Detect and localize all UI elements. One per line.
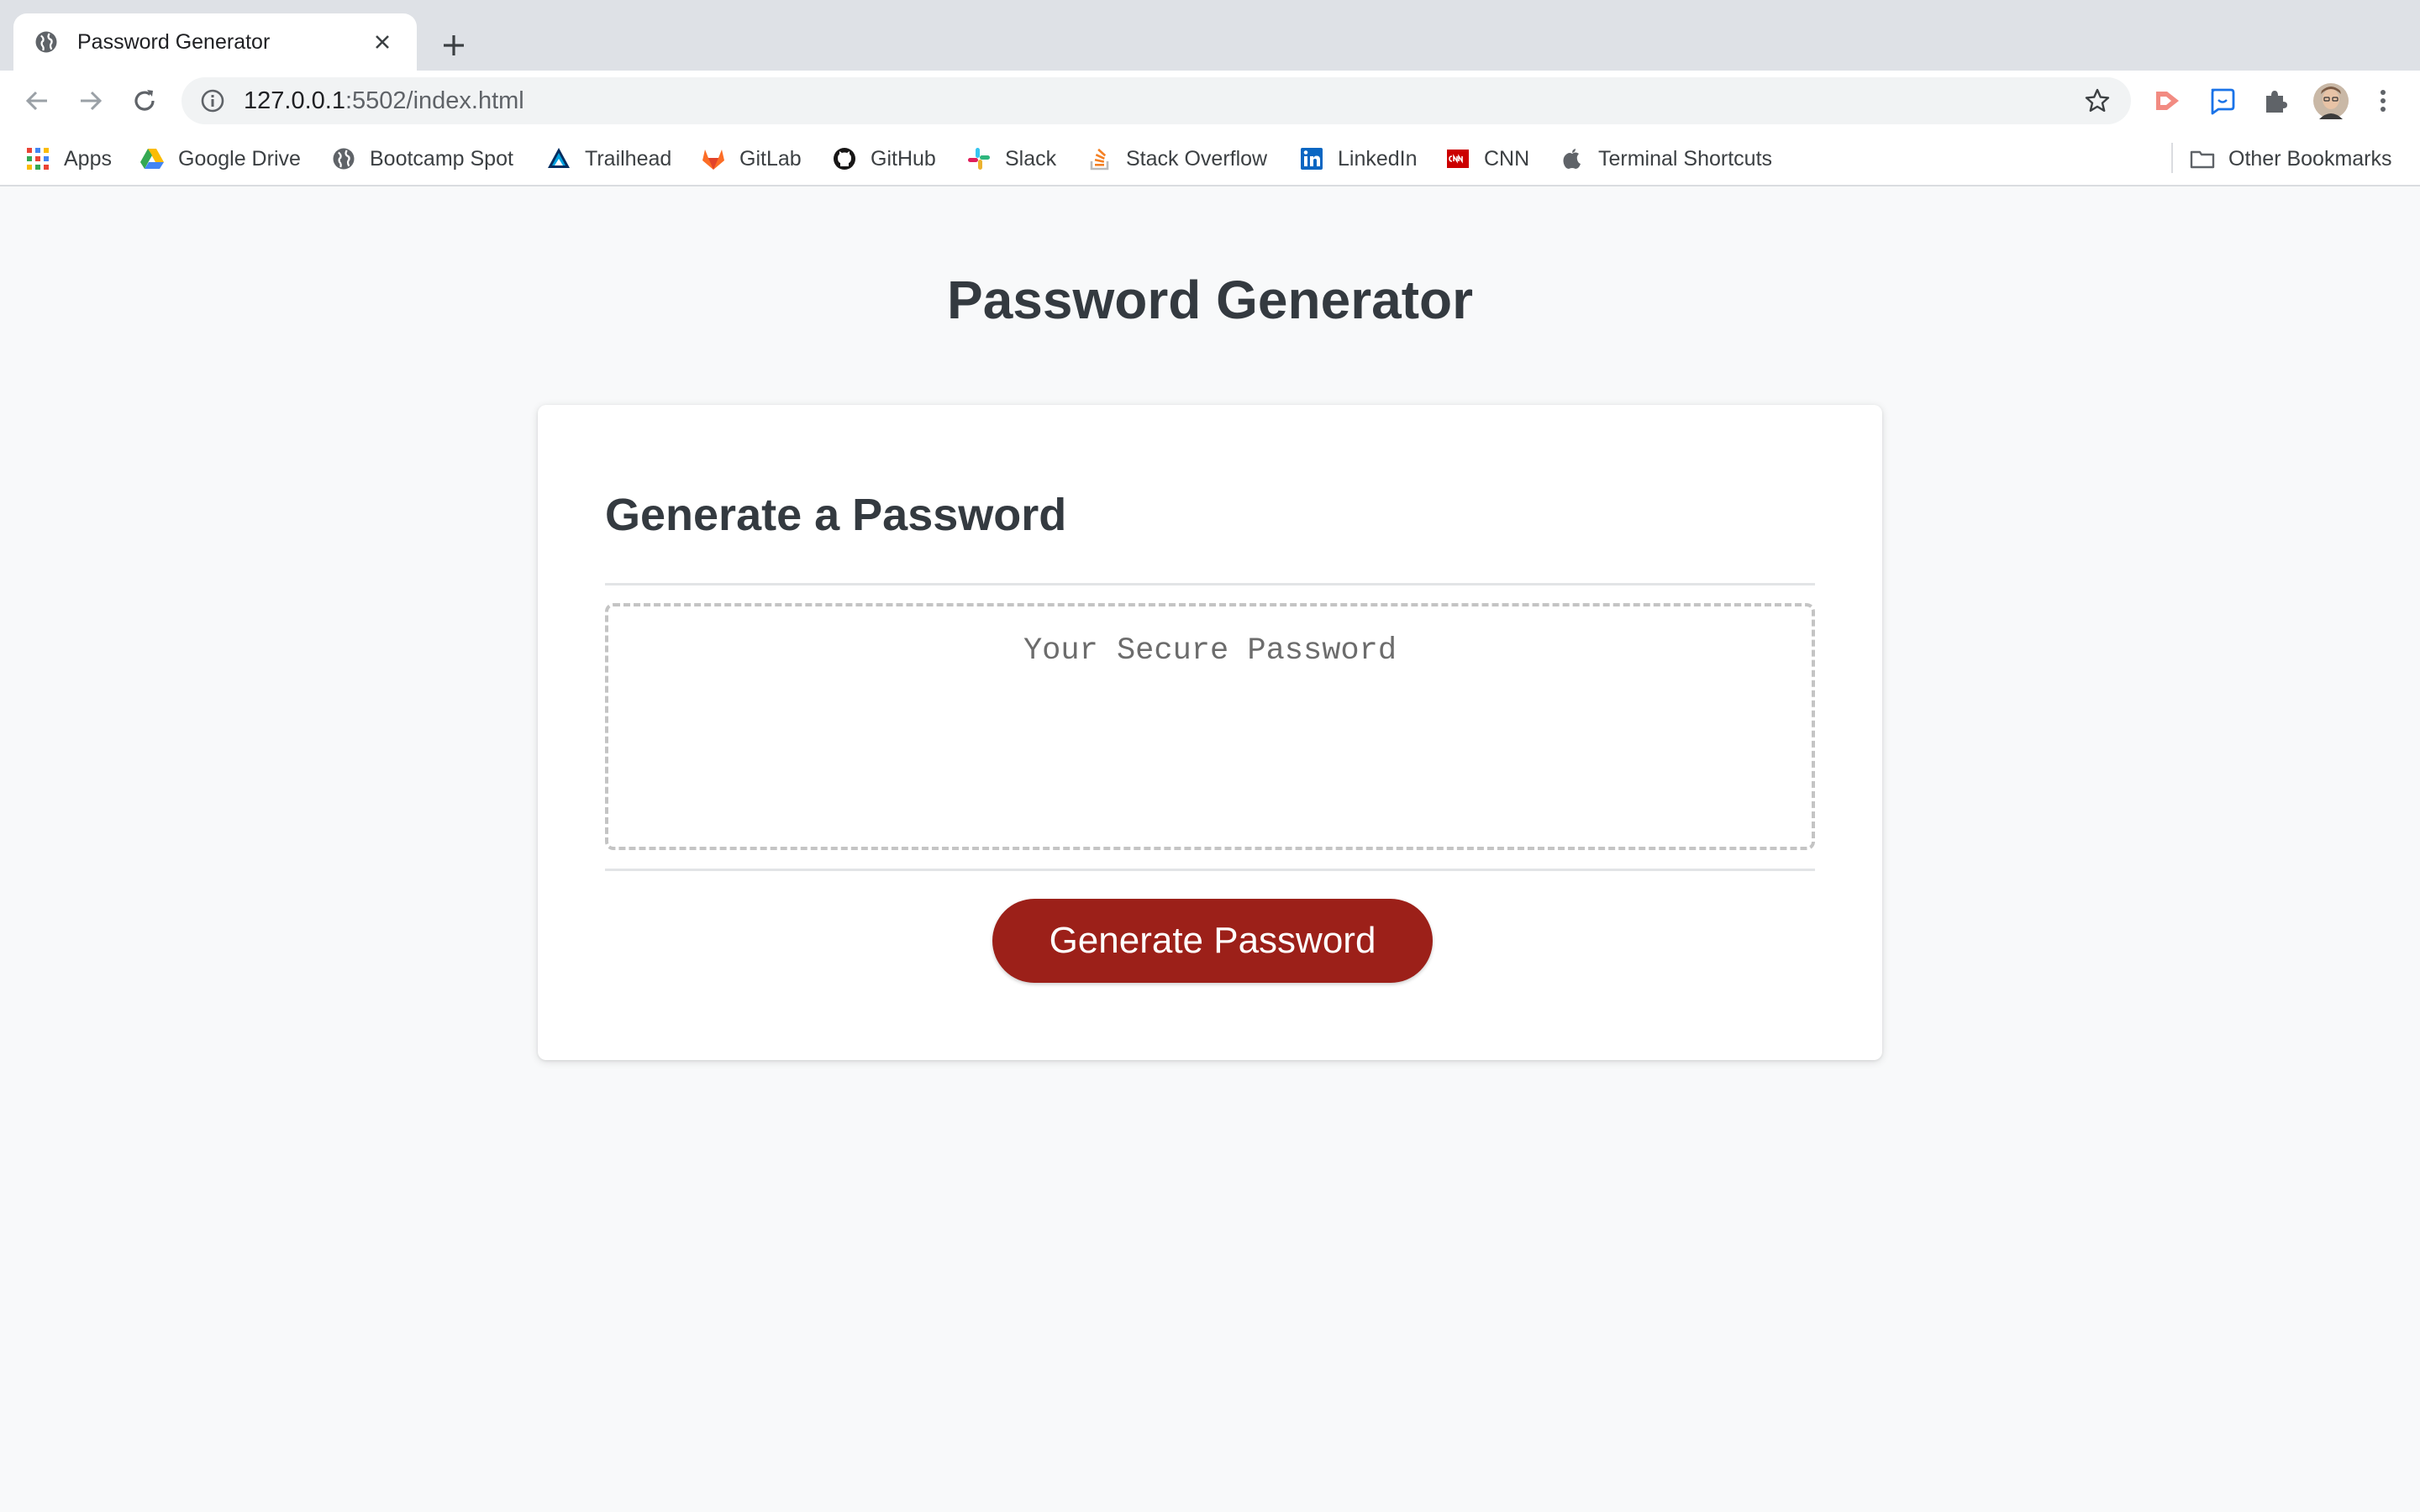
- bookmark-label: Google Drive: [178, 146, 301, 171]
- bookmark-cnn[interactable]: CNN: [1445, 143, 1529, 175]
- cnn-icon: [1447, 150, 1469, 168]
- globe-icon: [35, 31, 57, 53]
- apple-icon: [1563, 149, 1581, 169]
- tab-title: Password Generator: [77, 29, 271, 54]
- linkedin-icon: [1301, 148, 1323, 170]
- bookmark-label: GitHub: [871, 146, 936, 171]
- bookmark-label: Other Bookmarks: [2228, 146, 2392, 171]
- generate-password-button[interactable]: Generate Password: [992, 899, 1433, 983]
- chat-extension-icon[interactable]: [2207, 86, 2237, 116]
- bookmark-gitlab[interactable]: GitLab: [701, 143, 802, 175]
- card-divider-bottom: [605, 869, 1815, 871]
- screencast-extension-icon[interactable]: [2153, 86, 2183, 116]
- browser-toolbar: 127.0.0.1:5502/index.html: [0, 71, 2420, 131]
- bookmark-label: Apps: [64, 146, 112, 171]
- bookmark-label: LinkedIn: [1338, 146, 1418, 171]
- address-url: 127.0.0.1:5502/index.html: [244, 87, 524, 115]
- new-tab-icon[interactable]: [434, 25, 474, 66]
- bookmark-stack-overflow[interactable]: Stack Overflow: [1087, 143, 1267, 175]
- password-output[interactable]: [605, 603, 1815, 850]
- bookmark-apps[interactable]: Apps: [25, 143, 112, 175]
- forward-arrow-icon[interactable]: [72, 82, 109, 119]
- bookmark-terminal-shortcuts[interactable]: Terminal Shortcuts: [1560, 143, 1772, 175]
- bookmark-other-bookmarks[interactable]: Other Bookmarks: [2190, 143, 2392, 175]
- url-path: :5502/index.html: [345, 87, 524, 114]
- bookmark-linkedin[interactable]: LinkedIn: [1299, 143, 1418, 175]
- bookmark-label: Slack: [1005, 146, 1057, 171]
- profile-avatar[interactable]: [2312, 82, 2349, 119]
- google-drive-icon: [140, 149, 164, 169]
- tab-strip: Password Generator: [0, 0, 2420, 71]
- back-arrow-icon[interactable]: [18, 82, 55, 119]
- bookmark-label: CNN: [1484, 146, 1530, 171]
- address-bar[interactable]: 127.0.0.1:5502/index.html: [182, 77, 2131, 124]
- bookmarks-separator: [2171, 143, 2173, 173]
- reload-icon[interactable]: [126, 82, 163, 119]
- bookmark-label: Stack Overflow: [1126, 146, 1268, 171]
- card-divider-top: [605, 583, 1815, 585]
- bookmark-label: Terminal Shortcuts: [1598, 146, 1773, 171]
- bookmark-star-icon[interactable]: [2084, 87, 2111, 114]
- bookmark-bootcamp-spot[interactable]: Bootcamp Spot: [331, 143, 513, 175]
- card-header: Generate a Password: [605, 490, 1067, 540]
- tab-close-icon[interactable]: [368, 28, 397, 56]
- site-info-icon[interactable]: [200, 88, 225, 113]
- bookmarks-bar: Apps Google Drive Bootcamp Spot Trailhea…: [0, 131, 2420, 186]
- stackoverflow-icon: [1090, 148, 1109, 171]
- bookmark-slack[interactable]: Slack: [966, 143, 1056, 175]
- chrome-menu-icon[interactable]: [2368, 86, 2398, 116]
- globe-icon: [333, 148, 355, 170]
- apps-grid-icon: [27, 148, 49, 170]
- page-title: Password Generator: [947, 270, 1473, 330]
- trailhead-icon: [548, 148, 570, 168]
- folder-icon: [2190, 150, 2215, 169]
- bookmark-label: GitLab: [739, 146, 802, 171]
- github-icon: [834, 148, 855, 170]
- tab-password-generator[interactable]: Password Generator: [13, 13, 417, 71]
- bookmark-trailhead[interactable]: Trailhead: [546, 143, 671, 175]
- gitlab-icon: [702, 150, 724, 170]
- slack-icon: [968, 148, 990, 170]
- password-card: Generate a Password Generate Password: [538, 405, 1882, 1060]
- bookmark-google-drive[interactable]: Google Drive: [139, 143, 301, 175]
- bookmark-label: Bootcamp Spot: [370, 146, 513, 171]
- bookmark-label: Trailhead: [585, 146, 672, 171]
- extensions-puzzle-icon[interactable]: [2260, 86, 2291, 116]
- bookmark-github[interactable]: GitHub: [832, 143, 936, 175]
- url-host: 127.0.0.1: [244, 87, 345, 114]
